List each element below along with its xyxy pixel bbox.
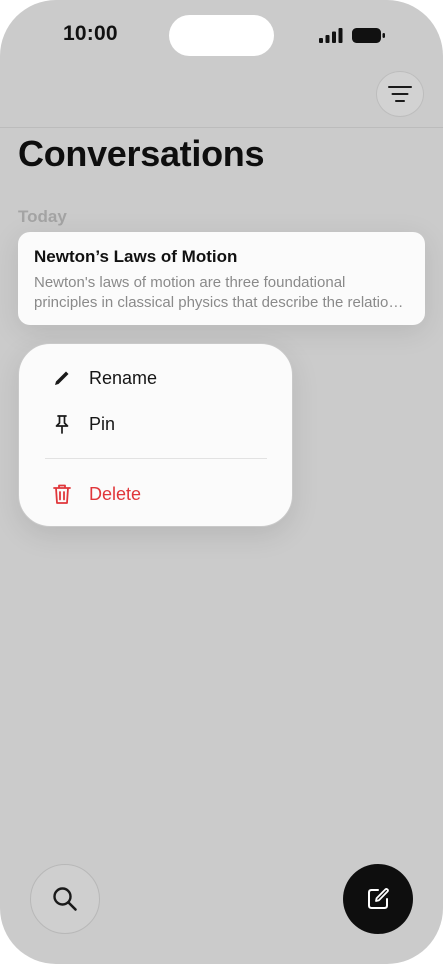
search-icon — [53, 887, 77, 911]
menu-item-label: Delete — [89, 483, 142, 504]
cellular-signal-icon — [319, 28, 343, 43]
pencil-icon — [52, 368, 72, 388]
pin-icon — [52, 414, 72, 434]
menu-item-label: Rename — [89, 367, 158, 388]
phone-screen: 10:00 Conversations Today Newton’s Laws … — [0, 0, 443, 964]
conversation-preview-line-1: Newton's laws of motion are three founda… — [34, 274, 346, 291]
menu-item-pin[interactable]: Pin — [52, 410, 115, 438]
conversation-title: Newton’s Laws of Motion — [34, 247, 238, 266]
trash-icon — [52, 484, 72, 504]
battery-icon — [352, 28, 385, 43]
search-button[interactable] — [30, 864, 100, 934]
conversation-preview-line-2: principles in classical physics that des… — [34, 294, 408, 311]
compose-icon — [368, 888, 389, 909]
menu-divider — [45, 458, 267, 459]
dynamic-island — [169, 15, 274, 56]
menu-item-rename[interactable]: Rename — [52, 364, 157, 392]
conversation-card[interactable]: Newton’s Laws of Motion Newton's laws of… — [18, 232, 425, 325]
compose-button[interactable] — [343, 864, 413, 934]
filter-lines-icon — [388, 86, 412, 102]
status-time: 10:00 — [63, 22, 118, 45]
menu-item-label: Pin — [89, 413, 116, 434]
section-label-today: Today — [18, 207, 67, 226]
filter-button[interactable] — [376, 71, 424, 117]
menu-item-delete[interactable]: Delete — [52, 480, 141, 508]
header-divider — [0, 127, 443, 128]
context-menu: Rename Pin Delete — [18, 343, 293, 527]
page-title: Conversations — [18, 133, 265, 174]
conversation-preview: Newton's laws of motion are three founda… — [34, 273, 408, 313]
